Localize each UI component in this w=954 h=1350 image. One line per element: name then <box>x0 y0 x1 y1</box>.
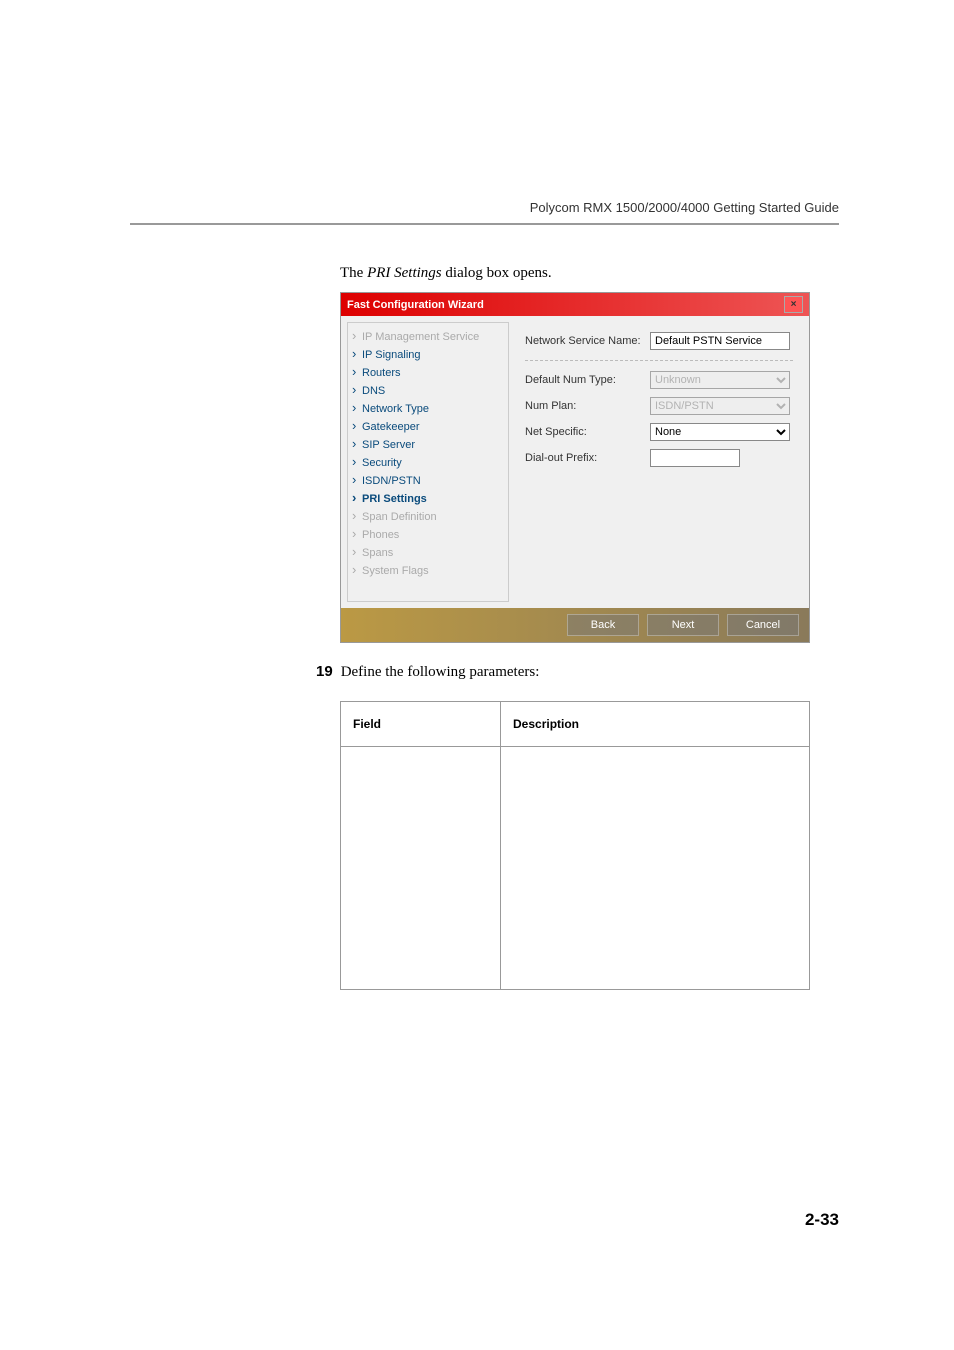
dialog-right-pane: Network Service Name: Default Num Type: … <box>515 322 803 602</box>
table-header-row: Field Description <box>341 702 810 747</box>
dialog-footer: Back Next Cancel <box>341 608 809 642</box>
default-num-type-label: Default Num Type: <box>525 374 650 386</box>
header-title: Polycom RMX 1500/2000/4000 Getting Start… <box>530 200 839 215</box>
net-specific-select[interactable]: None <box>650 423 790 441</box>
sidebar-item-label: Network Type <box>362 403 429 415</box>
sidebar-item-ip-signaling[interactable]: IP Signaling <box>348 346 508 364</box>
service-name-label: Network Service Name: <box>525 335 650 347</box>
field-row-service-name: Network Service Name: <box>525 332 793 350</box>
sidebar-item-routers[interactable]: Routers <box>348 364 508 382</box>
sidebar-item-label: PRI Settings <box>362 493 427 505</box>
wizard-dialog: Fast Configuration Wizard × IP Managemen… <box>340 292 810 643</box>
table-cell-field <box>341 747 501 990</box>
sidebar-item-gatekeeper[interactable]: Gatekeeper <box>348 418 508 436</box>
num-plan-label: Num Plan: <box>525 400 650 412</box>
net-specific-label: Net Specific: <box>525 426 650 438</box>
num-plan-select: ISDN/PSTN <box>650 397 790 415</box>
field-row-numplan: Num Plan: ISDN/PSTN <box>525 397 793 415</box>
dialog-title: Fast Configuration Wizard <box>347 299 484 311</box>
intro-text-post: dialog box opens. <box>442 265 552 281</box>
sidebar-item-label: Gatekeeper <box>362 421 419 433</box>
sidebar-item-security[interactable]: Security <box>348 454 508 472</box>
wizard-sidebar: IP Management Service IP Signaling Route… <box>347 322 509 602</box>
intro-text-em: PRI Settings <box>367 265 442 281</box>
separator <box>525 360 793 361</box>
sidebar-item-ip-mgmt[interactable]: IP Management Service <box>348 328 508 346</box>
step-number: 19 <box>316 663 333 680</box>
dial-out-prefix-label: Dial-out Prefix: <box>525 452 650 464</box>
dial-out-prefix-input[interactable] <box>650 449 740 467</box>
header-rule <box>130 223 839 225</box>
next-button[interactable]: Next <box>647 614 719 636</box>
close-icon: × <box>791 299 797 310</box>
sidebar-item-label: SIP Server <box>362 439 415 451</box>
service-name-input[interactable] <box>650 332 790 350</box>
page-number: 2-33 <box>805 1210 839 1230</box>
sidebar-item-dns[interactable]: DNS <box>348 382 508 400</box>
sidebar-item-spans[interactable]: Spans <box>348 544 508 562</box>
sidebar-item-span-def[interactable]: Span Definition <box>348 508 508 526</box>
page-header: Polycom RMX 1500/2000/4000 Getting Start… <box>130 200 839 223</box>
sidebar-item-isdn[interactable]: ISDN/PSTN <box>348 472 508 490</box>
field-row-numtype: Default Num Type: Unknown <box>525 371 793 389</box>
table-header-description: Description <box>501 702 810 747</box>
close-button[interactable]: × <box>784 296 803 313</box>
field-row-dialout: Dial-out Prefix: <box>525 449 793 467</box>
sidebar-item-phones[interactable]: Phones <box>348 526 508 544</box>
sidebar-item-label: DNS <box>362 385 385 397</box>
sidebar-item-label: IP Management Service <box>362 331 479 343</box>
sidebar-item-label: Security <box>362 457 402 469</box>
sidebar-item-sysflags[interactable]: System Flags <box>348 562 508 580</box>
dialog-body: IP Management Service IP Signaling Route… <box>341 316 809 608</box>
field-row-netspecific: Net Specific: None <box>525 423 793 441</box>
sidebar-item-label: ISDN/PSTN <box>362 475 421 487</box>
sidebar-item-label: Spans <box>362 547 393 559</box>
table-cell-description <box>501 747 810 990</box>
cancel-button-label: Cancel <box>746 619 780 631</box>
sidebar-item-label: Routers <box>362 367 401 379</box>
table-row <box>341 747 810 990</box>
sidebar-item-label: Phones <box>362 529 399 541</box>
step-line: 19 Define the following parameters: <box>316 663 839 681</box>
sidebar-item-label: IP Signaling <box>362 349 421 361</box>
dialog-titlebar: Fast Configuration Wizard × <box>341 293 809 316</box>
back-button-label: Back <box>591 619 615 631</box>
sidebar-item-network-type[interactable]: Network Type <box>348 400 508 418</box>
param-table: Field Description <box>340 701 810 990</box>
table-header-field: Field <box>341 702 501 747</box>
back-button[interactable]: Back <box>567 614 639 636</box>
sidebar-item-label: System Flags <box>362 565 429 577</box>
cancel-button[interactable]: Cancel <box>727 614 799 636</box>
sidebar-item-pri[interactable]: PRI Settings <box>348 490 508 508</box>
sidebar-item-sip[interactable]: SIP Server <box>348 436 508 454</box>
intro-text: The PRI Settings dialog box opens. <box>340 265 839 282</box>
default-num-type-select: Unknown <box>650 371 790 389</box>
next-button-label: Next <box>672 619 695 631</box>
step-text: Define the following parameters: <box>341 664 540 680</box>
sidebar-item-label: Span Definition <box>362 511 437 523</box>
intro-text-pre: The <box>340 265 367 281</box>
